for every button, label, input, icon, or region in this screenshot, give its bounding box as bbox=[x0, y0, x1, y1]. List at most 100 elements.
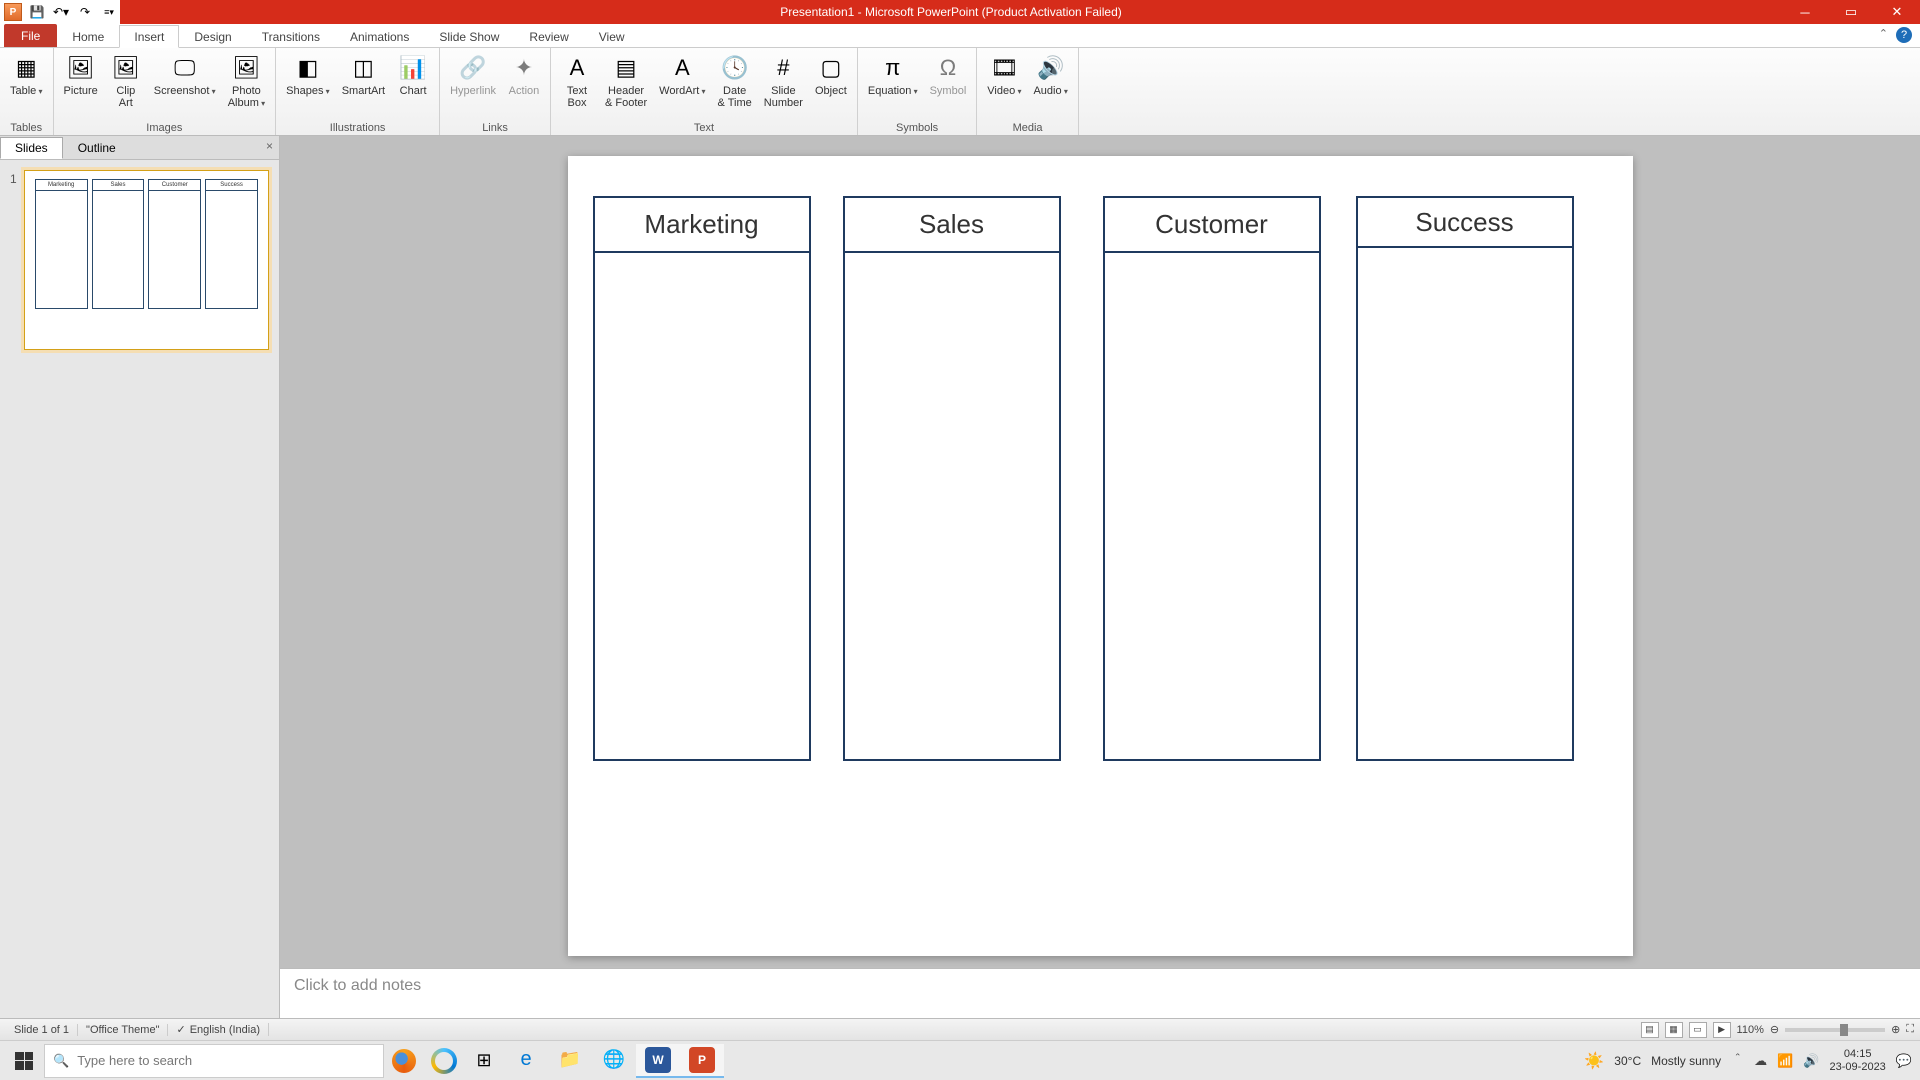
clipart-icon: 🖼 bbox=[110, 52, 142, 84]
tab-animations[interactable]: Animations bbox=[335, 25, 424, 47]
slide-canvas[interactable]: Marketing Sales Customer Success bbox=[568, 156, 1633, 956]
ribbon-slidenumber-button[interactable]: #Slide Number bbox=[760, 52, 807, 109]
minimize-button[interactable]: ─ bbox=[1782, 0, 1828, 24]
ribbon-group-symbols: πEquationΩSymbolSymbols bbox=[858, 48, 977, 135]
weather-text[interactable]: Mostly sunny bbox=[1651, 1054, 1721, 1068]
picture-icon: 🖼 bbox=[65, 52, 97, 84]
ribbon-textbox-button[interactable]: AText Box bbox=[557, 52, 597, 109]
slide-column-marketing[interactable]: Marketing bbox=[593, 196, 811, 761]
object-icon: ▢ bbox=[815, 52, 847, 84]
ribbon-table-button[interactable]: ▦Table bbox=[6, 52, 47, 98]
fit-window-button[interactable]: ⛶ bbox=[1906, 1023, 1914, 1036]
taskbar-app-edge[interactable]: e bbox=[504, 1044, 548, 1078]
search-placeholder: Type here to search bbox=[77, 1053, 192, 1068]
ribbon-equation-button[interactable]: πEquation bbox=[864, 52, 922, 98]
ribbon-group-label: Tables bbox=[6, 121, 47, 135]
taskbar-search[interactable]: 🔍 Type here to search bbox=[44, 1044, 384, 1078]
tray-wifi-icon[interactable]: 📶 bbox=[1777, 1053, 1793, 1069]
ribbon-tabs: File Home Insert Design Transitions Anim… bbox=[0, 24, 1920, 48]
tray-chevron-icon[interactable]: ＾ bbox=[1731, 1051, 1744, 1070]
ribbon-object-button[interactable]: ▢Object bbox=[811, 52, 851, 97]
taskbar-app-chrome[interactable]: 🌐 bbox=[592, 1044, 636, 1078]
ribbon-smartart-button[interactable]: ◫SmartArt bbox=[338, 52, 389, 97]
taskbar-app-powerpoint[interactable]: P bbox=[680, 1044, 724, 1078]
pane-close-icon[interactable]: × bbox=[266, 139, 273, 153]
taskbar-app-explorer[interactable]: 📁 bbox=[548, 1044, 592, 1078]
close-button[interactable]: ✕ bbox=[1874, 0, 1920, 24]
help-icon[interactable]: ? bbox=[1896, 27, 1912, 43]
ribbon-wordart-button[interactable]: AWordArt bbox=[655, 52, 709, 98]
ribbon-item-label: Text Box bbox=[567, 85, 587, 109]
tray-volume-icon[interactable]: 🔊 bbox=[1803, 1053, 1819, 1069]
task-view-icon[interactable]: ⊞ bbox=[464, 1044, 504, 1078]
table-icon: ▦ bbox=[10, 52, 42, 84]
slidenumber-icon: # bbox=[767, 52, 799, 84]
status-language[interactable]: ✓ English (India) bbox=[168, 1023, 269, 1036]
tab-design[interactable]: Design bbox=[179, 25, 246, 47]
ribbon-shapes-button[interactable]: ◧Shapes bbox=[282, 52, 334, 98]
zoom-slider[interactable] bbox=[1785, 1028, 1885, 1032]
tab-insert[interactable]: Insert bbox=[119, 25, 179, 48]
pane-tabs: Slides Outline × bbox=[0, 136, 279, 160]
title-bar-red: Presentation1 - Microsoft PowerPoint (Pr… bbox=[120, 0, 1920, 24]
ribbon-item-label: Date & Time bbox=[718, 85, 752, 109]
ribbon-group-label: Text bbox=[557, 121, 851, 135]
ribbon-screenshot-button[interactable]: 🖵Screenshot bbox=[150, 52, 220, 98]
taskbar-cortana-icon[interactable] bbox=[424, 1044, 464, 1078]
ribbon-headerfooter-button[interactable]: ▤Header & Footer bbox=[601, 52, 651, 109]
tab-review[interactable]: Review bbox=[514, 25, 583, 47]
minimize-ribbon-icon[interactable]: ⌃ bbox=[1879, 27, 1888, 43]
clock-time: 04:15 bbox=[1830, 1048, 1886, 1061]
ribbon-clipart-button[interactable]: 🖼Clip Art bbox=[106, 52, 146, 109]
notes-pane[interactable]: Click to add notes bbox=[280, 968, 1920, 1018]
slide-column-customer[interactable]: Customer bbox=[1103, 196, 1321, 761]
save-icon[interactable]: 💾 bbox=[28, 3, 46, 21]
ribbon-action-button: ✦Action bbox=[504, 52, 544, 97]
pane-tab-slides[interactable]: Slides bbox=[0, 137, 63, 159]
audio-icon: 🔊 bbox=[1035, 52, 1067, 84]
redo-icon[interactable]: ↷ bbox=[76, 3, 94, 21]
ribbon-group-illustrations: ◧Shapes◫SmartArt📊ChartIllustrations bbox=[276, 48, 440, 135]
slides-pane: Slides Outline × 1 Marketing Sales Custo… bbox=[0, 136, 280, 1018]
slide-column-sales[interactable]: Sales bbox=[843, 196, 1061, 761]
normal-view-button[interactable]: ▤ bbox=[1641, 1022, 1659, 1038]
tab-view[interactable]: View bbox=[584, 25, 640, 47]
tab-file[interactable]: File bbox=[4, 24, 57, 47]
thumb-col-label: Marketing bbox=[36, 180, 87, 191]
weather-temp[interactable]: 30°C bbox=[1614, 1054, 1641, 1068]
sorter-view-button[interactable]: ▦ bbox=[1665, 1022, 1683, 1038]
reading-view-button[interactable]: ▭ bbox=[1689, 1022, 1707, 1038]
tab-transitions[interactable]: Transitions bbox=[247, 25, 335, 47]
maximize-button[interactable]: ▭ bbox=[1828, 0, 1874, 24]
action-center-icon[interactable]: 💬 bbox=[1896, 1053, 1912, 1069]
canvas-area[interactable]: Marketing Sales Customer Success bbox=[280, 136, 1920, 968]
zoom-in-button[interactable]: ⊕ bbox=[1891, 1023, 1900, 1036]
start-button[interactable] bbox=[4, 1044, 44, 1078]
ribbon-datetime-button[interactable]: 🕓Date & Time bbox=[714, 52, 756, 109]
slide-thumbnail[interactable]: Marketing Sales Customer Success bbox=[24, 170, 269, 350]
thumb-col-label: Customer bbox=[149, 180, 200, 191]
qat-customize-icon[interactable]: ≡▾ bbox=[100, 3, 118, 21]
slide-column-success[interactable]: Success bbox=[1356, 196, 1574, 761]
spellcheck-icon: ✓ bbox=[176, 1023, 185, 1036]
undo-icon[interactable]: ↶▾ bbox=[52, 3, 70, 21]
tab-slideshow[interactable]: Slide Show bbox=[424, 25, 514, 47]
ribbon-item-label: Audio bbox=[1033, 85, 1067, 98]
ribbon-chart-button[interactable]: 📊Chart bbox=[393, 52, 433, 97]
ribbon-video-button[interactable]: 🎞Video bbox=[983, 52, 1025, 98]
tab-home[interactable]: Home bbox=[57, 25, 119, 47]
taskbar-clock[interactable]: 04:15 23-09-2023 bbox=[1830, 1048, 1886, 1074]
taskbar-app-word[interactable]: W bbox=[636, 1044, 680, 1078]
pane-tab-outline[interactable]: Outline bbox=[63, 137, 131, 159]
ribbon-item-label: Object bbox=[815, 85, 847, 97]
ribbon-photoalbum-button[interactable]: 🖼Photo Album bbox=[224, 52, 269, 110]
ribbon-item-label: Header & Footer bbox=[605, 85, 647, 109]
zoom-out-button[interactable]: ⊖ bbox=[1770, 1023, 1779, 1036]
ribbon-item-label: Picture bbox=[64, 85, 98, 97]
taskbar: 🔍 Type here to search ⊞ e 📁 🌐 W P ☀️ 30°… bbox=[0, 1040, 1920, 1080]
taskbar-firefox-icon[interactable] bbox=[384, 1044, 424, 1078]
ribbon-audio-button[interactable]: 🔊Audio bbox=[1029, 52, 1071, 98]
ribbon-picture-button[interactable]: 🖼Picture bbox=[60, 52, 102, 97]
tray-onedrive-icon[interactable]: ☁ bbox=[1754, 1053, 1767, 1069]
slideshow-view-button[interactable]: ▶ bbox=[1713, 1022, 1731, 1038]
